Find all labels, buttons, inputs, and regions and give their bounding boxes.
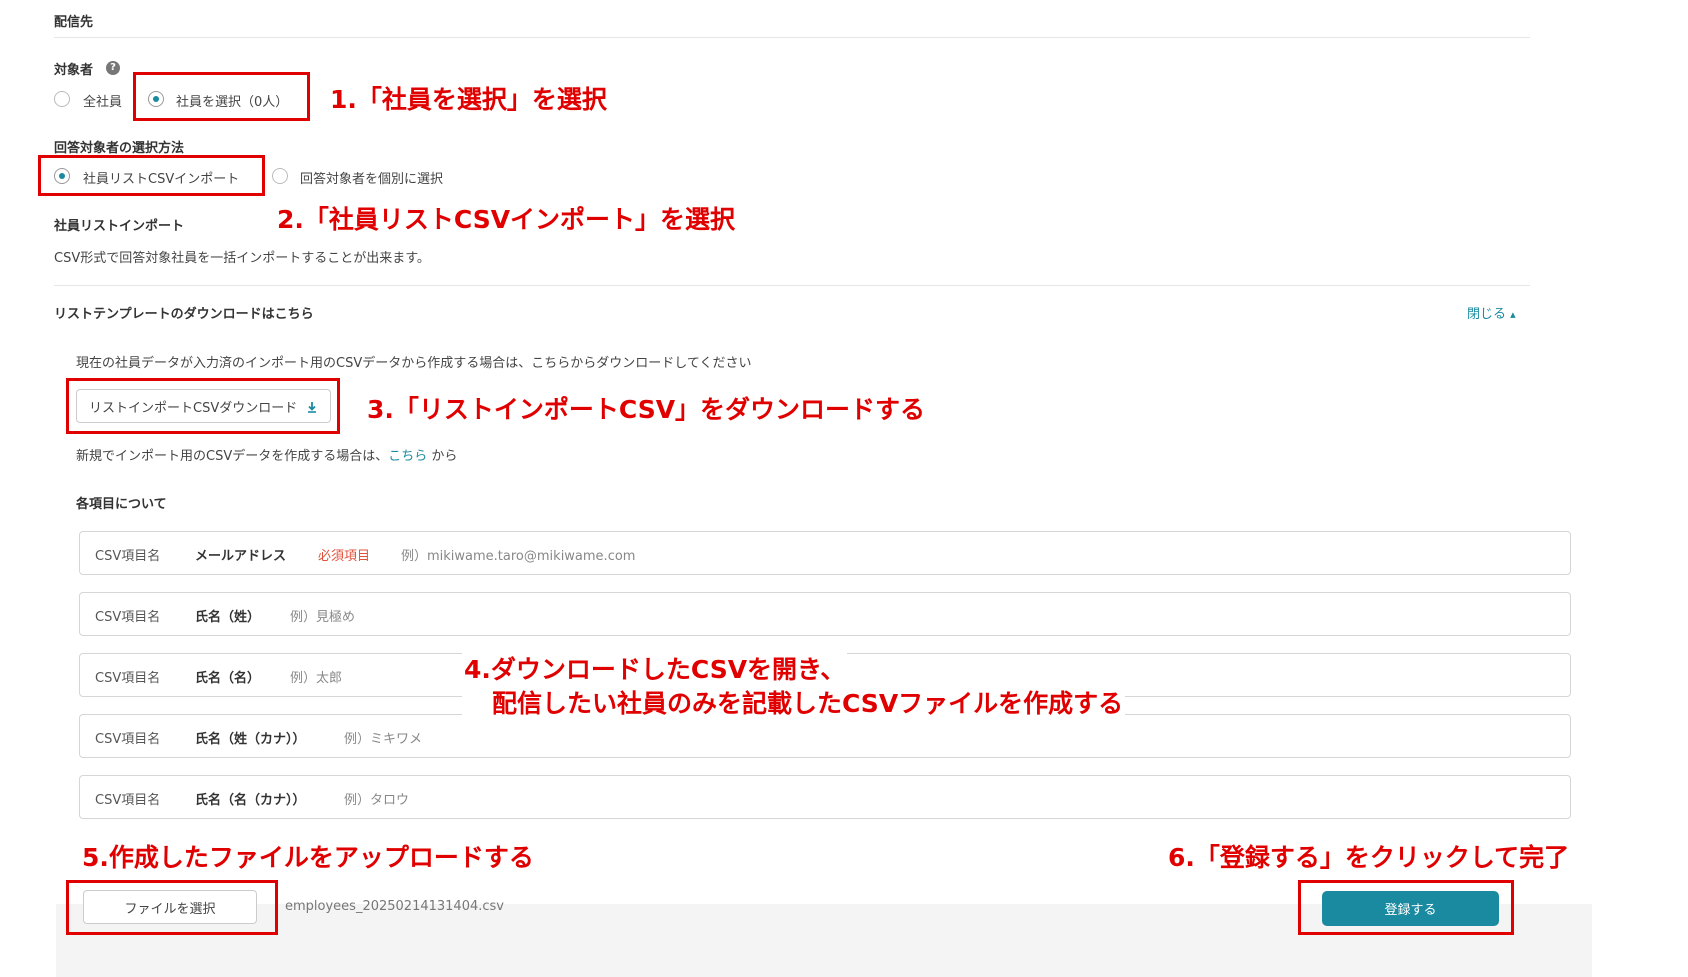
radio-all-employees[interactable] [54, 91, 70, 107]
divider [54, 285, 1530, 286]
annotation-step5: 5.作成したファイルをアップロードする [78, 836, 934, 878]
field-row-last-name-kana: CSV項目名 氏名（姓（カナ）） 例）ミキワメ [79, 714, 1571, 758]
field-example: 例）mikiwame.taro@mikiwame.com [401, 549, 636, 564]
annotation-step6: 6.「登録する」をクリックして完了 [1160, 836, 1570, 878]
new-data-note-prefix: 新規でインポート用のCSVデータを作成する場合は、 [76, 449, 389, 464]
field-example: 例）タロウ [344, 793, 410, 808]
highlight-box-step2 [38, 155, 265, 196]
divider [54, 37, 1530, 38]
chevron-up-icon: ▴ [1510, 308, 1516, 321]
here-link[interactable]: こちら [388, 449, 427, 464]
annotation-step4-line2: 配信したい社員のみを記載したCSVファイルを作成する [462, 684, 1126, 720]
field-example: 例）ミキワメ [344, 732, 423, 747]
new-data-note-suffix: から [427, 449, 458, 464]
field-name: 氏名（姓） [195, 610, 261, 625]
annotation-step2: 2.「社員リストCSVインポート」を選択 [277, 205, 736, 234]
annotation-step3: 3.「リストインポートCSV」をダウンロードする [367, 395, 926, 424]
radio-all-employees-label[interactable]: 全社員 [83, 91, 122, 110]
import-title: 社員リストインポート [54, 219, 185, 234]
collapse-toggle-label: 閉じる [1467, 307, 1507, 322]
section-title: 配信先 [54, 15, 94, 30]
new-data-note: 新規でインポート用のCSVデータを作成する場合は、こちら から [76, 445, 457, 464]
field-row-first-name-kana: CSV項目名 氏名（名（カナ）） 例）タロウ [79, 775, 1571, 819]
field-name: 氏名（名） [195, 671, 261, 686]
selected-file-name: employees_20250214131404.csv [285, 899, 504, 914]
csv-column-label: CSV項目名 [95, 671, 161, 686]
fields-title: 各項目について [76, 497, 167, 512]
csv-column-label: CSV項目名 [95, 732, 161, 747]
existing-data-note: 現在の社員データが入力済のインポート用のCSVデータから作成する場合は、こちらか… [76, 356, 752, 371]
highlight-box-step5 [66, 880, 278, 935]
import-description: CSV形式で回答対象社員を一括インポートすることが出来ます。 [54, 251, 430, 266]
field-example: 例）見極め [290, 610, 356, 625]
collapse-toggle[interactable]: 閉じる ▴ [1467, 303, 1516, 322]
csv-column-label: CSV項目名 [95, 793, 161, 808]
required-badge: 必須項目 [318, 549, 371, 564]
field-name: 氏名（名（カナ）） [195, 793, 306, 808]
annotation-step4-line1: 4.ダウンロードしたCSVを開き、 [462, 650, 848, 686]
template-title: リストテンプレートのダウンロードはこちら [54, 307, 314, 322]
csv-column-label: CSV項目名 [95, 610, 161, 625]
field-row-email: CSV項目名 メールアドレス 必須項目 例）mikiwame.taro@miki… [79, 531, 1571, 575]
field-name: メールアドレス [195, 549, 287, 564]
field-example: 例）太郎 [290, 671, 343, 686]
radio-individual-select-label[interactable]: 回答対象者を個別に選択 [300, 168, 443, 187]
highlight-box-step6 [1298, 880, 1514, 935]
target-label: 対象者 [54, 63, 94, 78]
csv-column-label: CSV項目名 [95, 549, 161, 564]
highlight-box-step3 [66, 378, 340, 434]
field-row-last-name: CSV項目名 氏名（姓） 例）見極め [79, 592, 1571, 636]
highlight-box-step1 [133, 72, 310, 121]
method-label: 回答対象者の選択方法 [54, 141, 185, 156]
field-name: 氏名（姓（カナ）） [195, 732, 306, 747]
radio-individual-select[interactable] [272, 168, 288, 184]
annotation-step1: 1.「社員を選択」を選択 [330, 85, 607, 114]
help-icon[interactable]: ? [106, 61, 120, 75]
